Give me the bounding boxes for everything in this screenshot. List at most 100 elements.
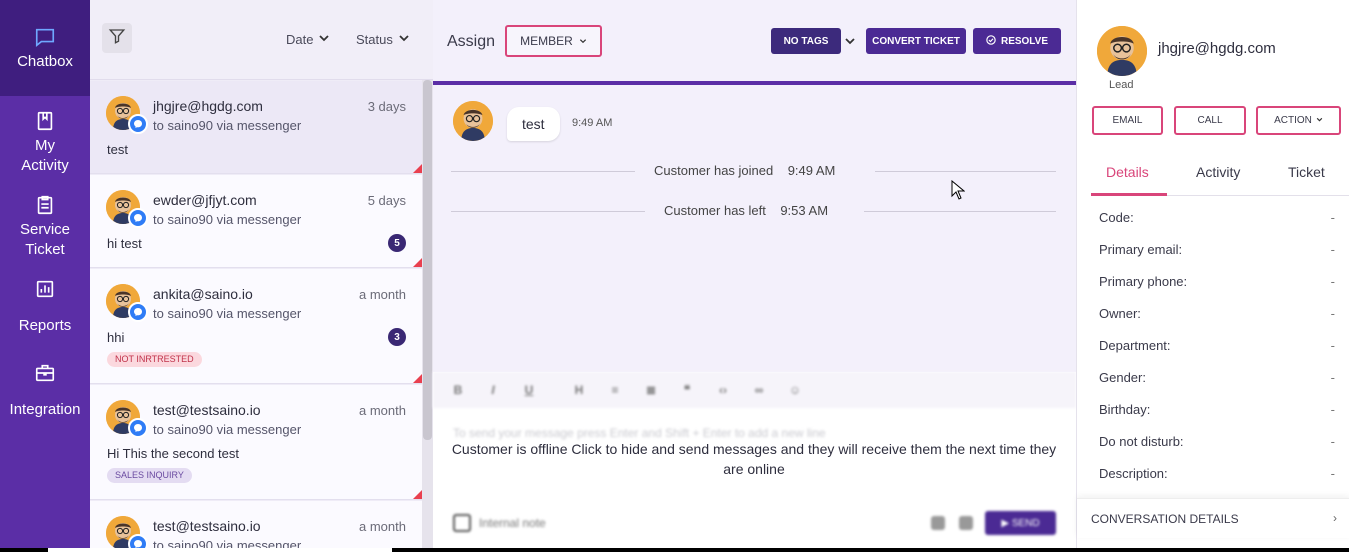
- nav-label: Reports: [18, 317, 72, 334]
- active-tab-indicator: [1091, 193, 1167, 196]
- field-value: -: [1330, 338, 1335, 353]
- chevron-down-icon: [579, 34, 587, 48]
- convert-ticket-button[interactable]: CONVERT TICKET: [866, 28, 966, 54]
- no-tags-button[interactable]: NO TAGS: [771, 28, 841, 54]
- field-value: -: [1330, 402, 1335, 417]
- tab-ticket[interactable]: Ticket: [1288, 164, 1325, 180]
- field-label: Description:: [1099, 466, 1168, 481]
- system-event-time: 9:49 AM: [787, 163, 836, 178]
- list-item[interactable]: test@testsaino.io a month to saino90 via…: [90, 385, 422, 500]
- nav-label: Chatbox: [17, 53, 73, 70]
- field-value: -: [1330, 434, 1335, 449]
- conversation-via: to saino90 via messenger: [153, 422, 302, 437]
- conversation-time: a month: [359, 287, 406, 302]
- resolve-button[interactable]: RESOLVE: [973, 28, 1061, 54]
- resolve-label: RESOLVE: [1000, 35, 1049, 47]
- bold-icon[interactable]: B: [451, 383, 465, 397]
- taskbar-strip: [0, 548, 1349, 552]
- nav-label: My Activity: [21, 137, 69, 174]
- offline-notice[interactable]: Customer is offline Click to hide and se…: [449, 439, 1059, 479]
- status-dropdown[interactable]: Status: [356, 32, 410, 47]
- tab-activity[interactable]: Activity: [1196, 164, 1240, 180]
- nav-item-chatbox[interactable]: Chatbox: [0, 0, 90, 96]
- message-bubble: test: [507, 107, 560, 141]
- bullet-list-icon[interactable]: ≡: [608, 383, 622, 397]
- emoji-icon[interactable]: ☺: [788, 383, 802, 397]
- call-button[interactable]: CALL: [1174, 106, 1246, 135]
- system-event-text: Customer has joined: [654, 163, 774, 178]
- conversation-preview: hi test: [107, 236, 142, 251]
- conversation-list: Date Status jhgjre@hgdg.com 3 days to sa…: [90, 0, 433, 552]
- quote-icon[interactable]: ❝: [680, 383, 694, 397]
- message-time: 9:49 AM: [572, 117, 613, 129]
- field-value: -: [1330, 210, 1335, 225]
- heading-icon[interactable]: H: [572, 383, 586, 397]
- chevron-down-icon: [398, 32, 410, 47]
- conversation-details-toggle[interactable]: CONVERSATION DETAILS ›: [1077, 498, 1349, 538]
- taskbar-segment: [48, 548, 392, 552]
- chat-icon: [34, 26, 56, 48]
- nav-item-service-ticket[interactable]: Service Ticket: [0, 190, 90, 270]
- scrollbar-thumb[interactable]: [423, 80, 432, 440]
- messenger-icon: [128, 208, 148, 228]
- list-item[interactable]: test@testsaino.io a month to saino90 via…: [90, 501, 422, 552]
- conversation-tag: NOT INRTRESTED: [107, 352, 202, 367]
- conversation-email: jhgjre@hgdg.com: [153, 98, 263, 114]
- underline-icon[interactable]: U: [522, 383, 536, 397]
- italic-icon[interactable]: I: [486, 383, 500, 397]
- send-icon: ▶: [1001, 517, 1012, 529]
- system-event-text: Customer has left: [664, 203, 766, 218]
- field-label: Owner:: [1099, 306, 1141, 321]
- list-scrollbar[interactable]: [422, 80, 433, 552]
- email-button[interactable]: EMAIL: [1092, 106, 1163, 135]
- code-icon[interactable]: ‹›: [716, 383, 730, 397]
- field-value: -: [1330, 466, 1335, 481]
- action-dropdown[interactable]: ACTION: [1256, 106, 1341, 135]
- tab-details[interactable]: Details: [1106, 164, 1149, 180]
- field-value: -: [1330, 370, 1335, 385]
- composer-hint: To send your message press Enter and Shi…: [453, 426, 826, 440]
- composer-footer: Internal note ▶ SEND: [433, 508, 1076, 538]
- check-circle-icon: [986, 34, 996, 48]
- avatar: [1097, 26, 1147, 76]
- system-event: Customer has left 9:53 AM: [664, 203, 828, 218]
- field-label: Gender:: [1099, 370, 1146, 385]
- filter-icon: [108, 27, 126, 50]
- divider: [451, 211, 645, 212]
- nav-item-my-activity[interactable]: My Activity: [0, 106, 90, 186]
- conversation-email: ewder@jfjyt.com: [153, 192, 257, 208]
- chevron-down-icon: [1316, 115, 1323, 126]
- field-label: Primary phone:: [1099, 274, 1188, 289]
- file-icon[interactable]: [959, 516, 973, 530]
- member-dropdown-label: MEMBER: [520, 34, 573, 48]
- messenger-icon: [128, 114, 148, 134]
- attachment-icon[interactable]: [931, 516, 945, 530]
- divider: [451, 171, 635, 172]
- list-item[interactable]: ankita@saino.io a month to saino90 via m…: [90, 269, 422, 384]
- report-icon: [34, 278, 56, 300]
- list-item[interactable]: ewder@jfjyt.com 5 days to saino90 via me…: [90, 175, 422, 268]
- field-label: Do not disturb:: [1099, 434, 1184, 449]
- send-button[interactable]: ▶ SEND: [985, 511, 1056, 535]
- conversation-preview: hhi: [107, 330, 125, 345]
- date-dropdown-label: Date: [286, 32, 314, 47]
- field-value: -: [1330, 306, 1335, 321]
- divider: [864, 211, 1056, 212]
- messenger-icon: [128, 418, 148, 438]
- link-icon[interactable]: ∞: [752, 383, 766, 397]
- member-dropdown[interactable]: MEMBER: [505, 25, 602, 57]
- nav-item-reports[interactable]: Reports: [0, 274, 90, 344]
- send-label: SEND: [1011, 517, 1040, 529]
- contact-detail-pane: jhgjre@hgdg.com Lead EMAIL CALL ACTION D…: [1076, 0, 1349, 552]
- filter-button[interactable]: [102, 23, 132, 53]
- nav-item-integration[interactable]: Integration: [0, 358, 90, 428]
- chevron-down-icon: [318, 32, 330, 47]
- list-item[interactable]: jhgjre@hgdg.com 3 days to saino90 via me…: [90, 81, 422, 174]
- chevron-down-icon[interactable]: [844, 34, 856, 52]
- conversation-time: 5 days: [367, 193, 406, 208]
- date-dropdown[interactable]: Date: [286, 32, 330, 47]
- conversation-preview: Hi This the second test: [107, 446, 239, 461]
- chat-header: Assign MEMBER NO TAGS CONVERT TICKET RES…: [433, 0, 1076, 82]
- internal-note-checkbox[interactable]: [453, 514, 471, 532]
- numbered-list-icon[interactable]: ≣: [644, 383, 658, 397]
